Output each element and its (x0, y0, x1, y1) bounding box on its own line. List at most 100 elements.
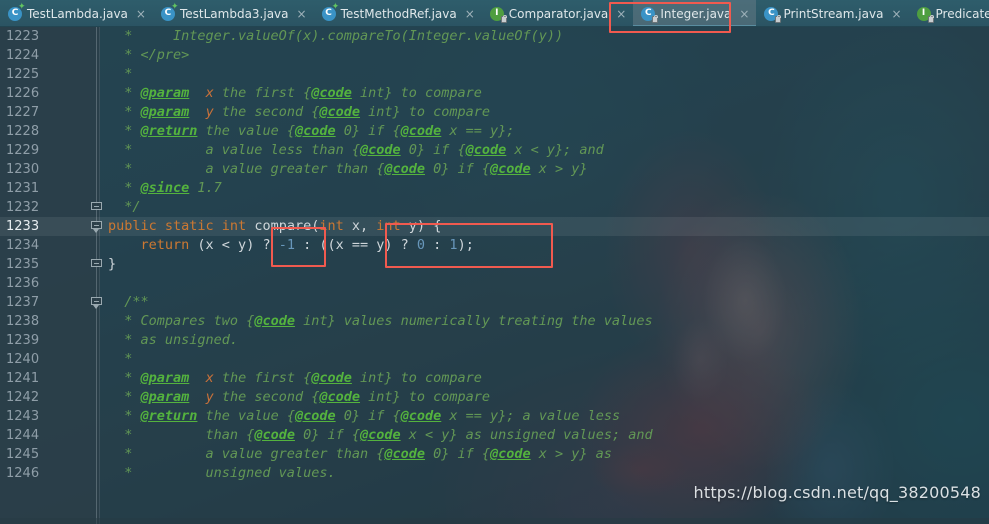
editor-tab-testlambda[interactable]: C ✦ TestLambda.java × (0, 0, 153, 26)
editor-tab-comparator[interactable]: I Comparator.java × (482, 0, 634, 26)
code-line[interactable]: 1230 * a value greater than {@code 0} if… (0, 160, 989, 179)
close-icon[interactable]: × (616, 8, 626, 20)
code-line[interactable]: 1242 * @param y the second {@code int} t… (0, 388, 989, 407)
fold-box (91, 202, 102, 210)
code-lines[interactable]: 1223 * Integer.valueOf(x).compareTo(Inte… (0, 27, 989, 524)
code-line[interactable]: 1225 * (0, 65, 989, 84)
line-number: 1231 (6, 181, 40, 196)
token-num: 0 (416, 237, 426, 253)
code-text: * a value less than {@code 0} if {@code … (108, 141, 604, 160)
token-doc: int} to compare (360, 104, 491, 120)
code-line[interactable]: 1240 * (0, 350, 989, 369)
code-line[interactable]: 1224 * </pre> (0, 46, 989, 65)
token-doc: 0} if { (400, 142, 466, 158)
code-fold-toggle-icon[interactable] (91, 259, 102, 270)
token-kw: int (319, 218, 352, 234)
code-line[interactable]: 1228 * @return the value {@code 0} if {@… (0, 122, 989, 141)
code-line[interactable]: 1245 * a value greater than {@code 0} if… (0, 445, 989, 464)
editor-tab-printstream[interactable]: C PrintStream.java × (756, 0, 908, 26)
code-fold-toggle-icon[interactable] (91, 221, 102, 233)
read-only-lock-badge-icon (500, 14, 507, 23)
code-text: * (108, 350, 132, 369)
code-line[interactable]: 1246 * unsigned values. (0, 464, 989, 483)
read-only-lock-badge-icon (775, 14, 782, 23)
read-only-lock-badge-icon (652, 14, 659, 23)
editor-tab-integer[interactable]: C Integer.java × (633, 0, 757, 26)
token-doc: * (108, 104, 141, 120)
token-punct: (x < y) ? (197, 237, 279, 253)
line-number: 1232 (6, 200, 40, 215)
code-line[interactable]: 1238 * Compares two {@code int} values n… (0, 312, 989, 331)
token-tag: @code (400, 408, 442, 424)
code-line[interactable]: 1237 /** (0, 293, 989, 312)
code-line[interactable]: 1233 public static int compare(int x, int… (0, 217, 989, 236)
token-plain: y (408, 218, 417, 234)
token-tag: @code (490, 161, 531, 177)
code-line[interactable]: 1227 * @param y the second {@code int} t… (0, 103, 989, 122)
code-line[interactable]: 1234 return (x < y) ? -1 : ((x == y) ? 0… (0, 236, 989, 255)
editor-tab-label: PrintStream.java (783, 6, 884, 21)
code-line[interactable]: 1231 * @since 1.7 (0, 179, 989, 198)
token-doc: 0} if { (424, 446, 491, 462)
token-tag: @param (140, 104, 190, 120)
token-doc: * (108, 370, 141, 386)
token-tag: @param (140, 370, 190, 386)
editor-tab-testmethodref[interactable]: C ✦ TestMethodRef.java × (314, 0, 482, 26)
code-text: * @since 1.7 (108, 179, 222, 198)
java-class-icon: C ✦ (8, 2, 26, 21)
token-doc: the first { (213, 370, 312, 386)
code-line[interactable]: 1244 * than {@code 0} if {@code x < y} a… (0, 426, 989, 445)
code-fold-toggle-icon[interactable] (91, 297, 102, 309)
code-line[interactable]: 1223 * Integer.valueOf(x).compareTo(Inte… (0, 27, 989, 46)
token-doc: x == y}; a value less (441, 408, 621, 424)
token-doc (189, 85, 205, 101)
java-interface-icon: I (916, 6, 934, 23)
line-number: 1238 (6, 314, 40, 329)
line-number: 1243 (6, 409, 40, 424)
code-text: */ (108, 198, 140, 217)
code-text: * as unsigned. (108, 331, 238, 350)
close-icon[interactable]: × (739, 8, 749, 20)
modified-star-badge-icon: ✦ (170, 1, 179, 12)
token-doc: the second { (213, 389, 320, 405)
code-editor[interactable]: 1223 * Integer.valueOf(x).compareTo(Inte… (0, 27, 989, 524)
code-line[interactable]: 1239 * as unsigned. (0, 331, 989, 350)
fold-box (91, 297, 102, 305)
fold-arrow (93, 305, 99, 309)
token-doc: * (108, 408, 141, 424)
editor-tab-label: TestLambda3.java (179, 6, 289, 21)
token-doc: 1.7 (189, 180, 222, 196)
code-line[interactable]: 1243 * @return the value {@code 0} if {@… (0, 407, 989, 426)
code-fold-toggle-icon[interactable] (91, 202, 102, 213)
line-number: 1242 (6, 390, 40, 405)
editor-tab-testlambda3[interactable]: C ✦ TestLambda3.java × (153, 0, 314, 26)
line-number: 1226 (6, 86, 40, 101)
code-line[interactable]: 1232 */ (0, 198, 989, 217)
code-line[interactable]: 1235} (0, 255, 989, 274)
close-icon[interactable]: × (891, 8, 901, 20)
editor-tab-label: Comparator.java (508, 6, 609, 21)
token-doc: int} to compare (351, 370, 482, 386)
token-doc: x > y} as (530, 446, 612, 462)
close-icon[interactable]: × (297, 8, 307, 20)
token-param: y (205, 104, 214, 120)
editor-tab-label: TestLambda.java (27, 6, 128, 21)
token-doc: * than { (108, 427, 255, 443)
token-doc: * (108, 180, 141, 196)
code-text: * @param y the second {@code int} to com… (108, 103, 490, 122)
editor-tab-predicate[interactable]: IPredicate.java (909, 0, 989, 26)
code-line[interactable]: 1236 (0, 274, 989, 293)
code-line[interactable]: 1241 * @param x the first {@code int} to… (0, 369, 989, 388)
code-line[interactable]: 1229 * a value less than {@code 0} if {@… (0, 141, 989, 160)
token-punct: } (108, 256, 117, 272)
read-only-lock-badge-icon (927, 14, 934, 23)
code-line[interactable]: 1226 * @param x the first {@code int} to… (0, 84, 989, 103)
modified-star-badge-icon: ✦ (331, 1, 340, 12)
close-icon[interactable]: × (136, 8, 146, 20)
token-tag: @param (140, 85, 190, 101)
token-tag: @code (294, 123, 336, 139)
close-icon[interactable]: × (465, 8, 475, 20)
token-doc: * (108, 389, 141, 405)
token-param: x (205, 85, 214, 101)
bottom-strip (0, 518, 989, 524)
